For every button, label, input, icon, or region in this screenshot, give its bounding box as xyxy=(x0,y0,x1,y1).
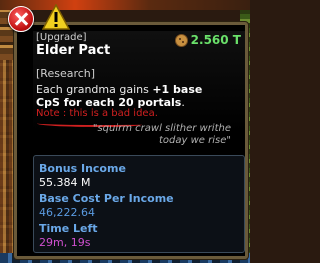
upgrade-description: Each grandma gains +1 base CpS for each … xyxy=(36,83,246,109)
bonus-income-value: 55.384 M xyxy=(39,176,91,189)
desc-text-2: . xyxy=(181,96,185,109)
time-left-label: Time Left xyxy=(39,222,98,235)
close-icon[interactable] xyxy=(8,6,34,32)
flavor-quote: "squirm crawl slither writhe today we ri… xyxy=(31,123,231,147)
base-cost-value: 46,222.64 xyxy=(39,206,95,219)
upgrade-title: Elder Pact xyxy=(36,43,111,58)
quote-line-2: today we rise" xyxy=(159,135,231,146)
upgrade-info: [Upgrade] Elder Pact 2.560 T [Research] … xyxy=(33,31,245,131)
desc-text: Each grandma gains xyxy=(36,83,153,96)
warning-icon xyxy=(42,4,70,30)
quote-line-1: "squirm crawl slither writhe xyxy=(92,123,231,134)
upgrade-tooltip: [Upgrade] Elder Pact 2.560 T [Research] … xyxy=(14,22,248,259)
upgrade-category: [Research] xyxy=(36,67,96,80)
desc-bold: +1 base xyxy=(152,83,203,96)
game-background-top xyxy=(0,0,250,10)
upgrade-price: 2.560 T xyxy=(174,33,241,47)
price-value: 2.560 T xyxy=(190,33,241,47)
time-left-value: 29m, 19s xyxy=(39,236,91,249)
base-cost-label: Base Cost Per Income xyxy=(39,192,174,205)
bonus-income-label: Bonus Income xyxy=(39,162,126,175)
upgrade-note: Note : this is a bad idea. xyxy=(36,108,158,119)
cookie-icon xyxy=(174,33,188,47)
stats-panel: Bonus Income 55.384 M Base Cost Per Inco… xyxy=(33,155,245,253)
upgrade-tag: [Upgrade] xyxy=(36,32,87,43)
